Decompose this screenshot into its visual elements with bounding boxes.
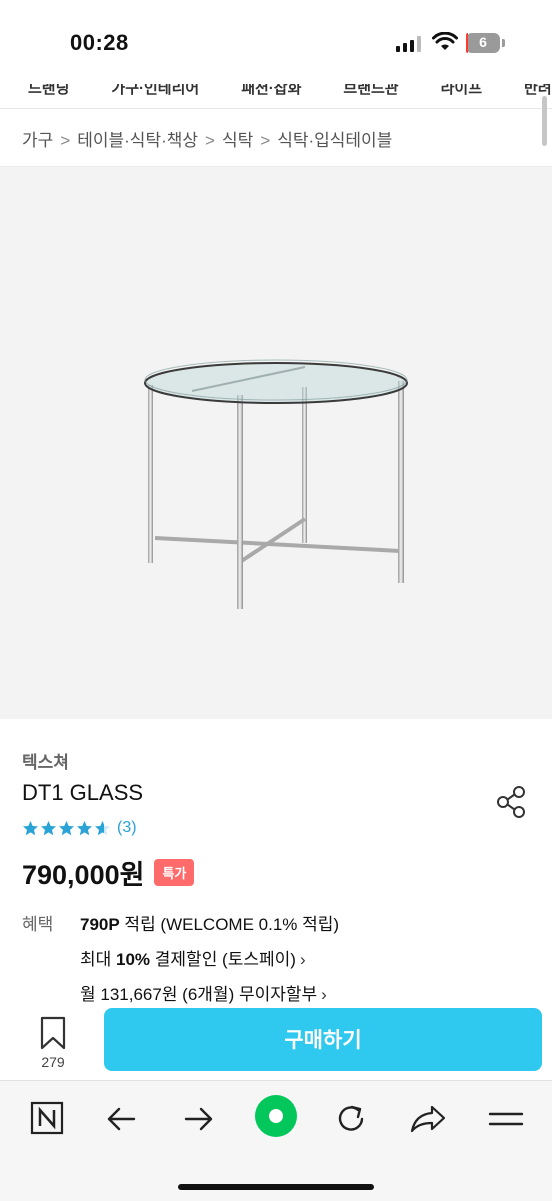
price-row: 790,000원 특가	[22, 853, 195, 892]
naver-icon[interactable]	[26, 1099, 70, 1139]
battery-icon: 6	[466, 33, 500, 53]
scrollbar-thumb[interactable]	[542, 96, 547, 146]
wifi-icon	[432, 32, 458, 50]
star-icon	[41, 820, 56, 835]
points-amount: 790P	[80, 915, 120, 934]
category-menu-item[interactable]: 패션·잡화	[241, 84, 301, 97]
product-image[interactable]	[0, 166, 552, 719]
category-menu-item[interactable]: 가구·인테리어	[111, 84, 199, 97]
product-title: DT1 GLASS	[22, 780, 144, 805]
points-text: 적립 (WELCOME 0.1% 적립)	[119, 915, 340, 934]
battery-text: 6	[479, 34, 487, 50]
menu-icon[interactable]	[484, 1099, 528, 1139]
category-menu-items[interactable]: 드랜딩 가구·인테리어 패션·잡화 브랜드관 라이프 반려생활	[28, 84, 552, 98]
product-price: 790,000원	[22, 860, 145, 890]
breadcrumb-item-standing-table[interactable]: 식탁·입식테이블	[277, 131, 392, 150]
star-icon	[77, 820, 92, 835]
category-menu-item[interactable]: 드랜딩	[28, 84, 69, 97]
bookmark-icon	[40, 1016, 66, 1050]
star-icon	[59, 820, 74, 835]
bookmark-button[interactable]: 279	[28, 1012, 78, 1076]
refresh-icon[interactable]	[330, 1099, 374, 1139]
breadcrumb-item-dining-table[interactable]: 식탁	[222, 131, 253, 150]
home-indicator[interactable]	[178, 1184, 374, 1190]
status-bar: 00:28 6	[0, 0, 552, 84]
benefit-points: 790P 적립 (WELCOME 0.1% 적립)	[80, 910, 339, 935]
glass-table-illustration	[144, 359, 408, 609]
breadcrumb: 가구 > 테이블·식탁·책상 > 식탁 > 식탁·입식테이블	[22, 126, 392, 151]
buy-button[interactable]: 구매하기	[104, 1008, 542, 1071]
discount-rate: 10%	[116, 950, 151, 969]
breadcrumb-item-table[interactable]: 테이블·식탁·책상	[77, 131, 198, 150]
chevron-right-icon: ›	[299, 950, 306, 969]
installment-text: 월 131,667원 (6개월) 무이자할부	[80, 985, 318, 1004]
share-button[interactable]	[494, 784, 530, 820]
status-time: 00:28	[70, 30, 129, 55]
review-count[interactable]: (3)	[117, 819, 137, 837]
benefit-label: 혜택	[22, 915, 54, 934]
category-menu-item[interactable]: 반려생활	[524, 84, 552, 97]
chevron-right-icon: >	[260, 131, 271, 150]
bookmark-count: 279	[41, 1054, 65, 1070]
breadcrumb-item-furniture[interactable]: 가구	[22, 131, 53, 150]
discount-text: 결제할인 (토스페이)	[150, 950, 296, 969]
forward-icon[interactable]	[176, 1099, 220, 1139]
category-menu-item[interactable]: 라이프	[441, 84, 482, 97]
star-rating[interactable]: (3)	[22, 818, 137, 838]
green-dot-icon[interactable]	[254, 1094, 298, 1138]
back-icon[interactable]	[100, 1099, 144, 1139]
category-menu-strip[interactable]: 드랜딩 가구·인테리어 패션·잡화 브랜드관 라이프 반려생활	[0, 84, 552, 109]
brand-name[interactable]: 텍스쳐	[22, 748, 69, 773]
share-icon[interactable]	[406, 1099, 450, 1139]
chevron-right-icon: >	[60, 131, 71, 150]
sale-badge: 특가	[154, 859, 195, 886]
chevron-right-icon: >	[205, 131, 215, 150]
benefit-discount[interactable]: 최대 10% 결제할인 (토스페이) ›	[80, 945, 306, 970]
benefit-installment[interactable]: 월 131,667원 (6개월) 무이자할부 ›	[80, 980, 327, 1005]
browser-toolbar	[0, 1080, 552, 1201]
battery-cap	[502, 39, 505, 47]
star-icon	[95, 820, 110, 835]
star-icon	[23, 820, 38, 835]
discount-prefix: 최대	[80, 950, 117, 969]
chevron-right-icon: ›	[321, 985, 327, 1004]
signal-icon	[396, 36, 421, 52]
category-menu-item[interactable]: 브랜드관	[343, 84, 398, 97]
